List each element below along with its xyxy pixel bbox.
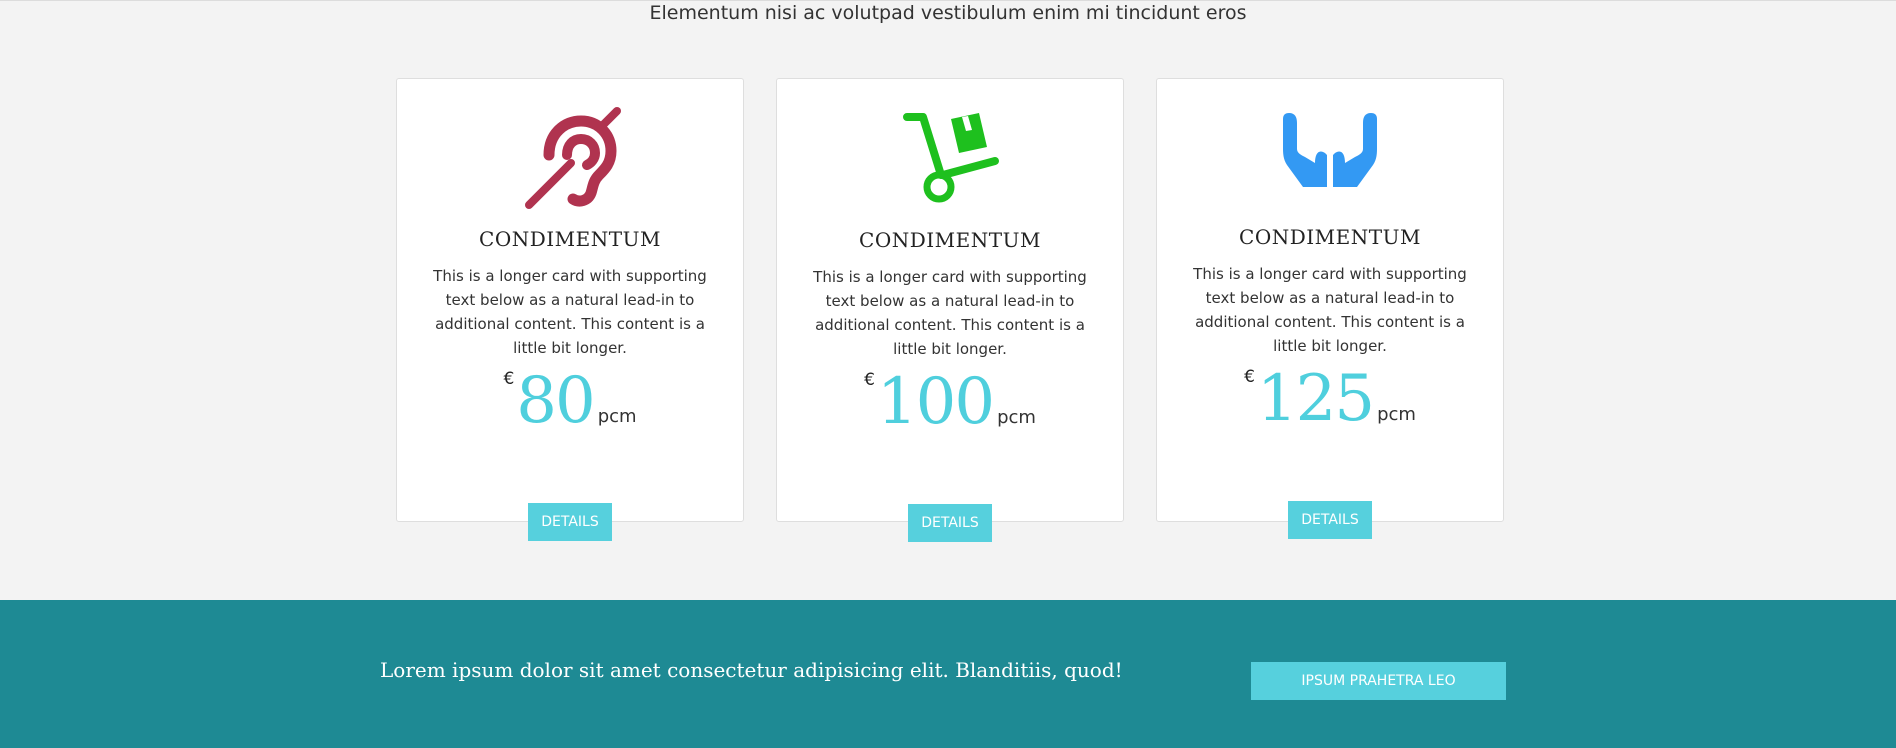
details-button[interactable]: DETAILS	[528, 503, 612, 541]
price-currency: €	[1244, 367, 1255, 387]
footer-cta-button[interactable]: IPSUM PRAHETRA LEO	[1251, 662, 1506, 700]
price: €80 pcm	[397, 361, 743, 441]
price-currency: €	[864, 370, 875, 390]
card-description: This is a longer card with supporting te…	[1193, 265, 1467, 355]
details-button[interactable]: DETAILS	[908, 504, 992, 542]
pricing-card: CONDIMENTUM This is a longer card with s…	[1156, 78, 1504, 539]
price-currency: €	[503, 369, 515, 389]
deaf-icon	[515, 103, 625, 213]
pricing-card: CONDIMENTUM This is a longer card with s…	[776, 78, 1124, 542]
price: €100 pcm	[777, 362, 1123, 442]
pricing-card: CONDIMENTUM This is a longer card with s…	[396, 78, 744, 541]
price-amount: 80	[516, 364, 595, 438]
card-title: CONDIMENTUM	[1239, 225, 1421, 249]
footer-cta-text: Lorem ipsum dolor sit amet consectetur a…	[380, 658, 1123, 682]
price-period: pcm	[597, 406, 637, 427]
price-amount: 100	[876, 365, 995, 439]
card-description: This is a longer card with supporting te…	[433, 267, 707, 357]
card-title: CONDIMENTUM	[859, 228, 1041, 252]
dolly-icon	[895, 103, 1005, 213]
section-subtitle: Elementum nisi ac volutpad vestibulum en…	[649, 2, 1247, 24]
price-period: pcm	[997, 407, 1036, 428]
card-title: CONDIMENTUM	[479, 227, 661, 251]
hands-icon	[1275, 103, 1385, 213]
footer-cta-band: Lorem ipsum dolor sit amet consectetur a…	[0, 600, 1896, 748]
card-description: This is a longer card with supporting te…	[813, 268, 1087, 358]
price-amount: 125	[1256, 362, 1375, 436]
price-period: pcm	[1377, 404, 1416, 425]
details-button[interactable]: DETAILS	[1288, 501, 1372, 539]
price: €125 pcm	[1157, 359, 1503, 439]
